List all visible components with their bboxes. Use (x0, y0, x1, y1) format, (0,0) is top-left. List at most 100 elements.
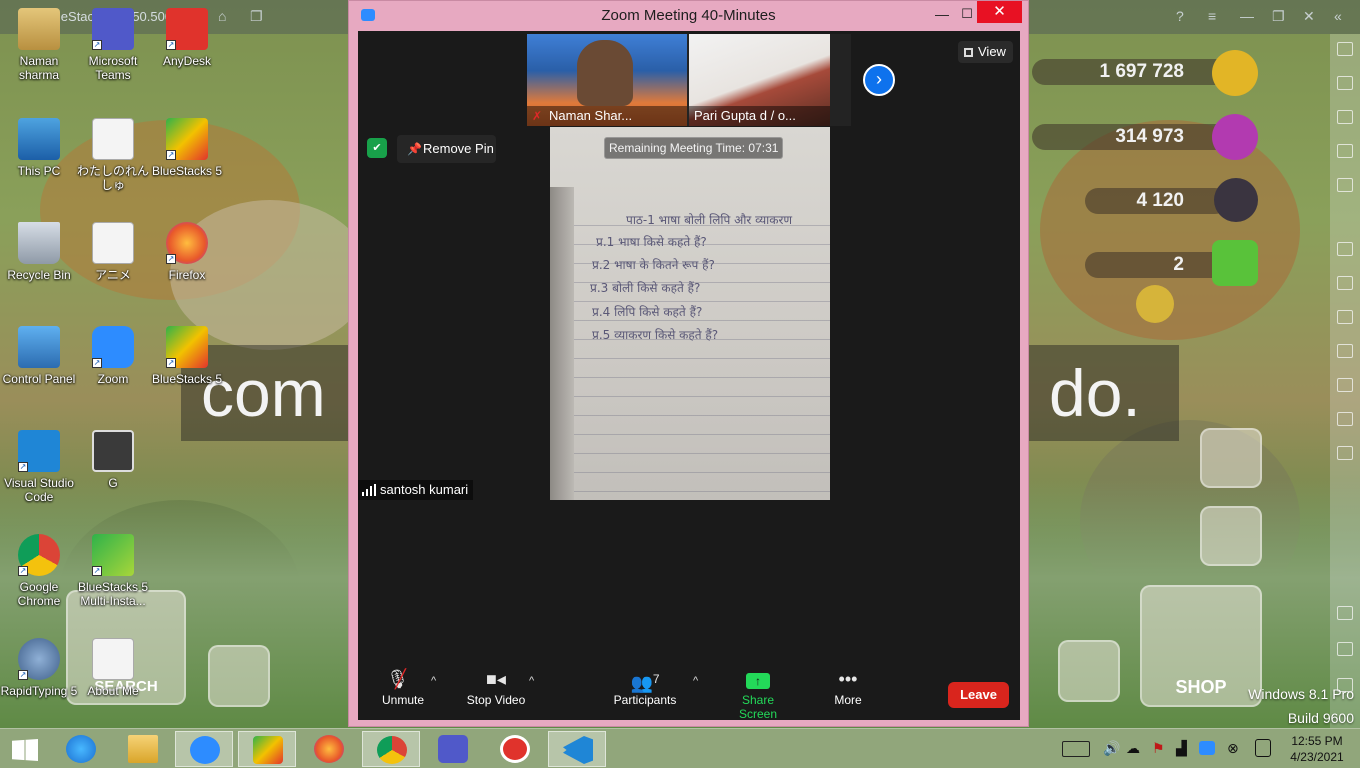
encryption-shield-icon[interactable]: ✔ (367, 138, 387, 158)
desktop-icon-teams[interactable]: ↗ Microsoft Teams (74, 8, 152, 82)
action-center-flag-icon[interactable]: ⚑ (1152, 740, 1165, 768)
close-icon[interactable]: ✕ (1303, 8, 1315, 25)
back-icon[interactable] (1337, 642, 1353, 656)
desktop-icon-label: Google Chrome (17, 580, 61, 608)
gold-counter: 1 697 728 (1032, 59, 1228, 85)
fullscreen-icon[interactable] (1337, 42, 1353, 56)
maximize-button[interactable]: ☐ (956, 5, 978, 25)
screenshot-icon[interactable] (1337, 310, 1353, 324)
taskbar-zoom[interactable] (175, 731, 233, 767)
desktop-icon-anydesk[interactable]: ↗ AnyDesk (148, 8, 226, 68)
minimize-button[interactable]: — (931, 5, 953, 25)
desktop-icon-user[interactable]: Naman sharma (0, 8, 78, 82)
microphone-muted-icon: 🎙╱ (386, 669, 409, 689)
screen-icon[interactable] (1337, 144, 1353, 158)
desktop-icon-firefox[interactable]: ↗ Firefox (148, 222, 226, 282)
close-button[interactable]: ✕ (977, 1, 1022, 23)
touch-keyboard-icon[interactable] (1062, 741, 1090, 757)
stop-video-button[interactable]: ■◂ Stop Video (463, 667, 529, 707)
participants-button[interactable]: 👥7 Participants (612, 667, 678, 707)
desktop-icon-label: Naman sharma (18, 54, 59, 82)
onedrive-cloud-icon[interactable]: ☁ (1126, 740, 1140, 768)
layers-icon[interactable] (1337, 412, 1353, 426)
zoom-tray-icon[interactable] (1199, 741, 1215, 755)
share-screen-icon: ↑ (722, 667, 794, 693)
desktop-icon-anime-doc[interactable]: アニメ (74, 222, 152, 282)
desktop-icon-bluestacks-multi[interactable]: ↗ BlueStacks 5 Multi-Insta... (74, 534, 152, 608)
handwritten-line: प्र.1 भाषा किसे कहते हैं? (596, 235, 707, 249)
bluestacks-icon: ↗ (166, 326, 208, 368)
system-clock[interactable]: 12:55 PM 4/23/2021 (1280, 733, 1354, 765)
settings-icon[interactable] (1337, 606, 1353, 620)
macro-icon[interactable] (1337, 242, 1353, 256)
gems-counter: 2 (1085, 252, 1228, 278)
taskbar-anydesk[interactable] (486, 731, 544, 767)
elixir-icon (1212, 114, 1258, 160)
teams-icon (438, 735, 468, 763)
attack-button[interactable] (1200, 428, 1262, 488)
taskbar-teams[interactable] (424, 731, 482, 767)
unmute-button[interactable]: 🎙╱ Unmute (378, 667, 428, 707)
shop-button[interactable]: SHOP (1140, 585, 1262, 707)
taskbar-chrome[interactable] (362, 731, 420, 767)
eco-icon[interactable] (1337, 446, 1353, 460)
more-button[interactable]: ••• More (826, 667, 870, 707)
next-page-arrow-icon[interactable]: › (863, 64, 895, 96)
keyboard-icon[interactable] (1337, 178, 1353, 192)
help-icon[interactable]: ? (1176, 8, 1184, 24)
taskbar-vscode[interactable] (548, 731, 606, 767)
taskbar-file-explorer[interactable] (114, 731, 172, 767)
desktop-icon-this-pc[interactable]: This PC (0, 118, 78, 178)
windows-watermark-build: Build 9600 (1287, 710, 1354, 726)
notification-tray-icon[interactable] (1255, 739, 1271, 757)
gem-icon (1212, 240, 1258, 286)
desktop-icon-rapidtyping[interactable]: ↗ RapidTyping 5 (0, 638, 78, 698)
share-screen-button[interactable]: ↑ Share Screen (722, 667, 794, 721)
volume-down-icon[interactable] (1337, 110, 1353, 124)
desktop-icon-document[interactable]: わたしのれんしゅ (74, 118, 152, 192)
desktop-icon-control-panel[interactable]: Control Panel (0, 326, 78, 386)
volume-icon[interactable]: 🔊 (1103, 740, 1120, 768)
desktop-icon-g[interactable]: G (74, 430, 152, 490)
multi-window-icon[interactable]: ❐ (250, 8, 263, 25)
remaining-meeting-time: Remaining Meeting Time: 07:31 (604, 137, 784, 159)
copy-icon[interactable] (1337, 378, 1353, 392)
desktop-icon-about-me[interactable]: About Me (74, 638, 152, 698)
folder-icon[interactable] (1337, 344, 1353, 358)
game-settings-button[interactable] (1200, 506, 1262, 566)
close-circle-tray-icon[interactable]: ⊗ (1227, 740, 1239, 768)
restore-icon[interactable]: ❐ (1272, 8, 1285, 25)
unmute-label: Unmute (381, 693, 425, 707)
elixir-counter: 314 973 (1032, 124, 1228, 150)
participants-label: Participants (613, 693, 677, 707)
leave-button[interactable]: Leave (948, 682, 1009, 708)
network-signal-icon[interactable]: ▟ (1176, 740, 1187, 768)
desktop-icon-chrome[interactable]: ↗ Google Chrome (0, 534, 78, 608)
sidebar-toggle-icon[interactable]: « (1334, 8, 1342, 24)
pin-icon: 📌 (407, 142, 422, 156)
participant-thumbnail[interactable]: Pari Gupta d / o... (689, 34, 830, 126)
menu-icon[interactable]: ≡ (1208, 8, 1216, 24)
minimize-icon[interactable]: — (1240, 8, 1254, 24)
remove-pin-button[interactable]: 📌 Remove Pin (397, 135, 496, 163)
layout-button[interactable] (1058, 640, 1120, 702)
desktop-icon-bluestacks-2[interactable]: ↗ BlueStacks 5 (148, 326, 226, 386)
clan-button[interactable] (208, 645, 270, 707)
participant-thumbnail[interactable]: ✗ Naman Shar... (527, 34, 687, 126)
video-options-caret-icon[interactable]: ^ (529, 675, 534, 687)
taskbar-internet-explorer[interactable] (52, 731, 110, 767)
desktop-icon-bluestacks[interactable]: ↗ BlueStacks 5 (148, 118, 226, 178)
volume-up-icon[interactable] (1337, 76, 1353, 90)
desktop-icon-recycle-bin[interactable]: Recycle Bin (0, 222, 78, 282)
taskbar-bluestacks[interactable] (238, 731, 296, 767)
desktop-icon-vscode[interactable]: ↗ Visual Studio Code (0, 430, 78, 504)
view-button[interactable]: View (958, 41, 1013, 63)
participants-options-caret-icon[interactable]: ^ (693, 675, 698, 687)
stop-video-label: Stop Video (466, 693, 526, 707)
taskbar-firefox[interactable] (300, 731, 358, 767)
start-button[interactable] (0, 731, 58, 767)
apk-icon[interactable] (1337, 276, 1353, 290)
windows-logo-icon (12, 739, 38, 761)
desktop-icon-zoom[interactable]: ↗ Zoom (74, 326, 152, 386)
audio-options-caret-icon[interactable]: ^ (431, 675, 436, 687)
